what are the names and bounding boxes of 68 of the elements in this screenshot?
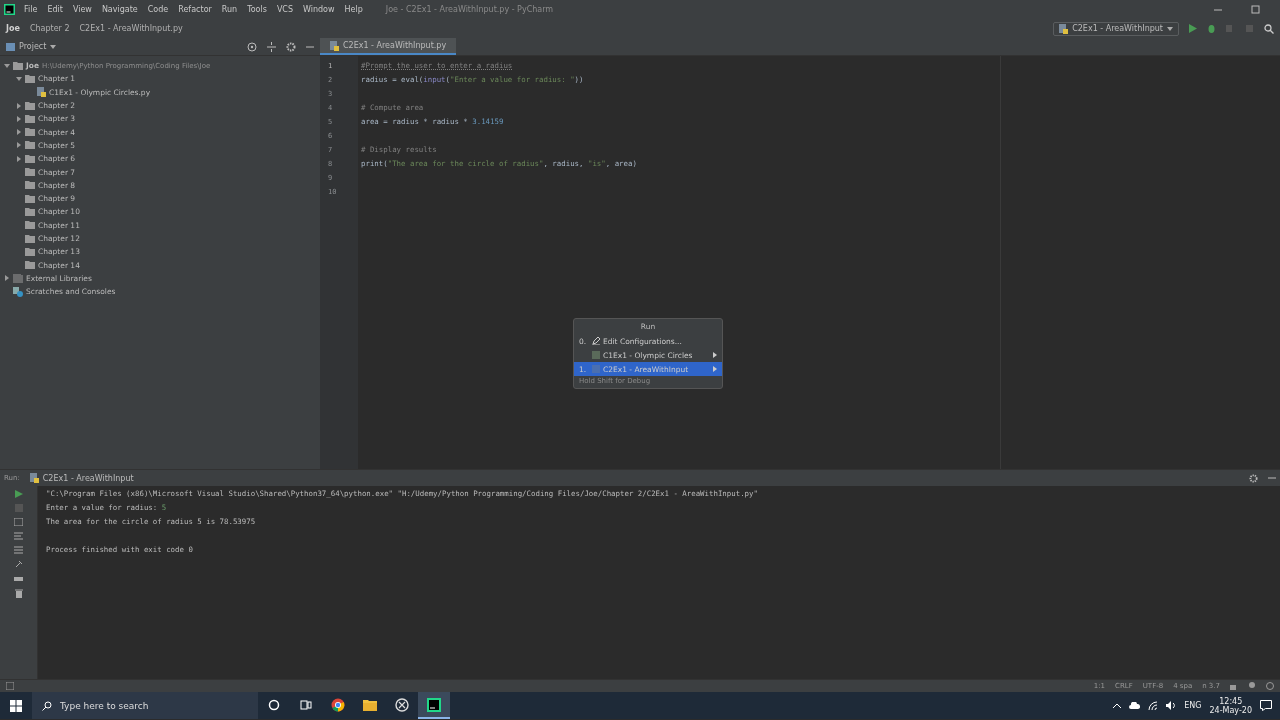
panel-toggle-icon[interactable] bbox=[6, 682, 14, 690]
submenu-arrow-icon bbox=[713, 366, 717, 372]
minimize-icon[interactable] bbox=[306, 45, 314, 48]
scratch-icon bbox=[13, 286, 23, 297]
library-icon bbox=[13, 273, 23, 283]
breadcrumb[interactable]: Chapter 2 bbox=[29, 24, 70, 33]
python-file-icon bbox=[1059, 23, 1069, 34]
menu-item[interactable]: Code bbox=[142, 5, 174, 14]
layout-icon[interactable] bbox=[14, 518, 23, 526]
menu-item[interactable]: Help bbox=[339, 5, 368, 14]
trash-icon[interactable] bbox=[14, 589, 23, 598]
collapse-icon[interactable] bbox=[267, 41, 276, 52]
search-icon bbox=[42, 700, 52, 711]
pin-icon[interactable] bbox=[14, 560, 23, 569]
bug-icon[interactable] bbox=[1207, 24, 1216, 33]
event-log-icon[interactable] bbox=[1266, 682, 1274, 690]
ide-icon[interactable] bbox=[427, 697, 441, 712]
rerun-icon[interactable] bbox=[14, 490, 23, 498]
language-indicator[interactable]: ENG bbox=[1184, 701, 1202, 710]
menu-item[interactable]: Edit bbox=[42, 5, 68, 14]
breadcrumb[interactable]: C2Ex1 - AreaWithInput.py bbox=[79, 24, 183, 33]
menu-item[interactable]: Navigate bbox=[96, 5, 143, 14]
notification-icon[interactable] bbox=[1260, 700, 1272, 711]
windows-start-icon[interactable] bbox=[10, 699, 22, 712]
editor-tab[interactable]: C2Ex1 - AreaWithInput.py bbox=[320, 38, 457, 55]
print-icon[interactable] bbox=[14, 575, 23, 583]
taskbar-search-field[interactable]: Type here to search bbox=[32, 692, 258, 719]
caret-icon bbox=[1167, 26, 1173, 31]
lock-icon[interactable] bbox=[1230, 682, 1238, 690]
breadcrumb[interactable]: Joe bbox=[6, 24, 20, 33]
speaker-icon[interactable] bbox=[1166, 701, 1177, 710]
run-configuration-dropdown[interactable]: C2Ex1 - AreaWithInput bbox=[1053, 21, 1179, 36]
menu-item[interactable]: VCS bbox=[271, 5, 298, 14]
circle-icon[interactable] bbox=[268, 698, 280, 711]
app-icon[interactable] bbox=[395, 697, 409, 712]
menu-item[interactable]: View bbox=[67, 5, 97, 14]
submenu-arrow-icon bbox=[713, 352, 717, 358]
cloud-icon[interactable] bbox=[1129, 702, 1141, 709]
locate-icon[interactable] bbox=[247, 41, 257, 52]
python-file-icon bbox=[37, 87, 46, 98]
panel-icon bbox=[6, 42, 15, 51]
ide-logo-icon bbox=[4, 4, 15, 15]
menu-item[interactable]: Run bbox=[216, 5, 243, 14]
settings-icon[interactable] bbox=[286, 41, 296, 52]
browser-icon[interactable] bbox=[331, 697, 345, 712]
scroll-icon[interactable] bbox=[14, 546, 23, 554]
pencil-icon bbox=[592, 337, 600, 345]
task-view-icon[interactable] bbox=[300, 698, 312, 711]
menu-item[interactable]: File bbox=[19, 5, 43, 14]
chevron-up-icon[interactable] bbox=[1113, 703, 1122, 708]
menu-item[interactable]: Window bbox=[298, 5, 340, 14]
python-file-icon bbox=[29, 473, 39, 483]
wifi-icon[interactable] bbox=[1148, 701, 1159, 710]
python-file-icon bbox=[330, 40, 339, 51]
run-icon[interactable] bbox=[1189, 24, 1197, 33]
collapsed-arrow-icon[interactable] bbox=[4, 275, 10, 282]
menu-item[interactable]: Refactor bbox=[173, 5, 217, 14]
menu-item[interactable]: Tools bbox=[242, 5, 272, 14]
panel-title[interactable]: Project bbox=[19, 42, 47, 51]
inspector-icon[interactable] bbox=[1248, 682, 1256, 690]
run-tab[interactable]: C2Ex1 - AreaWithInput bbox=[42, 473, 134, 483]
window-title: Joe - C2Ex1 - AreaWithInput.py - PyCharm bbox=[385, 5, 555, 14]
search-icon[interactable] bbox=[1264, 23, 1274, 34]
wrap-icon[interactable] bbox=[14, 532, 23, 540]
caret-icon[interactable] bbox=[50, 44, 57, 49]
settings-icon[interactable] bbox=[1249, 473, 1258, 483]
clock[interactable]: 12:45 24-May-20 bbox=[1209, 696, 1252, 715]
folder-icon[interactable] bbox=[363, 698, 377, 711]
